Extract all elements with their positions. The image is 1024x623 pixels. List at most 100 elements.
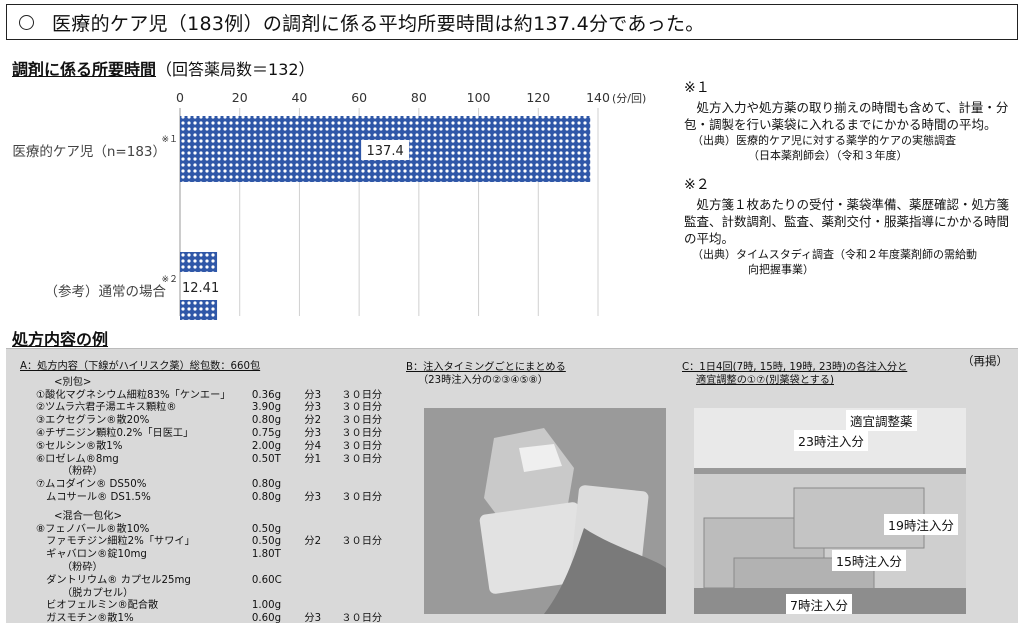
- respondent-note: （回答薬局数＝132）: [156, 60, 315, 79]
- prescription-row: ⑥ロゼレム®8mg 0.50T 分1 ３０日分: [20, 454, 390, 467]
- column-b-sub: （23時注入分の②③④⑤⑧）: [418, 375, 548, 386]
- prescription-list: A：処方内容（下線がハイリスク薬）総包数：660包 <別包> ①酸化マグネシウム…: [20, 361, 390, 623]
- label-23h: 23時注入分: [794, 430, 868, 451]
- prescription-days: ３０日分: [341, 453, 383, 465]
- prescription-amount: 2.00g: [251, 440, 282, 452]
- photo-injection-baskets: 適宜調整薬 23時注入分 19時注入分 15時注入分 7時注入分: [694, 408, 966, 614]
- data-label: 137.4: [367, 144, 404, 159]
- headline-box: 医療的ケア児（183例）の調剤に係る平均所要時間は約137.4分であった。: [6, 4, 1018, 40]
- note-source: （出典）タイムスタディ調査（令和２年度薬剤師の需給動: [692, 248, 978, 261]
- bar-normal-case-lower: [180, 300, 218, 320]
- label-adjustment-drugs: 適宜調整薬: [846, 410, 917, 431]
- prescription-row: ファモチジン細粒2%「サワイ」 0.50g 分2 ３０日分: [20, 536, 390, 549]
- data-label: 12.41: [182, 281, 219, 296]
- prescription-amount: 0.50g: [251, 523, 282, 535]
- group-label: <混合一包化>: [54, 510, 123, 522]
- prescription-per: 分3: [304, 491, 322, 503]
- note-source: 向把握事業）: [748, 263, 814, 276]
- photo-medicine-packet: [424, 408, 666, 614]
- prescription-amount: 3.90g: [251, 402, 282, 414]
- prescription-name: ④チザニジン顆粒0.2%「日医工」: [36, 427, 194, 439]
- section-title-text: 処方内容の例: [12, 330, 109, 349]
- category-label: （参考）通常の場合: [45, 283, 167, 300]
- rows-separate: ①酸化マグネシウム細粒83%「ケンエー」 0.36g 分3 ３０日分 ②ツムラ六君子湯エ…: [20, 390, 390, 467]
- note-mark: ※１: [684, 80, 710, 96]
- prescription-days: ３０日分: [341, 491, 383, 503]
- prescription-name: ギャバロン®錠10mg: [36, 549, 147, 561]
- prescription-name: ③エクセグラン®散20%: [36, 415, 150, 427]
- note-body: 処方箋１枚あたりの受付・薬袋準備、薬歴確認・処方箋監査、計数調剤、監査、薬剤交付…: [684, 197, 1010, 246]
- prescription-row: ガスモチン®散1% 0.60g 分3 ３０日分: [20, 613, 390, 623]
- prescription-days: [341, 479, 390, 492]
- label-15h: 15時注入分: [832, 550, 906, 571]
- column-c-sub: 適宜調整の①⑦(別薬袋とする): [696, 375, 834, 386]
- prescription-days: ３０日分: [341, 427, 383, 439]
- prescription-name: ⑧フェノバール®散10%: [36, 523, 150, 535]
- prescription-per: 分2: [304, 536, 322, 548]
- prescription-per: [304, 549, 341, 562]
- rows-mixed-c: ビオフェルミン®配合散 1.00g ガスモチン®散1% 0.60g 分3 ３０日分: [20, 600, 390, 623]
- note-1: ※１ 処方入力や処方薬の取り揃えの時間も含めて、計量・分包・調製を行い薬袋に入れ…: [684, 80, 1014, 163]
- prescription-row: ⑦ムコダイン® DS50% 0.80g: [20, 479, 390, 492]
- prescription-days: [341, 549, 390, 562]
- prescription-days: [341, 524, 390, 537]
- prescription-per: 分3: [304, 402, 322, 414]
- rows-separate-b: ⑦ムコダイン® DS50% 0.80g ムコサール® DS1.5% 0.80g 分3 ３…: [20, 479, 390, 505]
- x-tick-label: 140: [586, 90, 610, 105]
- prescription-per: [304, 479, 341, 492]
- decapsule-note: （脱カプセル）: [62, 587, 134, 599]
- label-7h: 7時注入分: [786, 594, 852, 614]
- prescription-amount: 0.80g: [251, 415, 282, 427]
- prescription-name: ガスモチン®散1%: [36, 613, 134, 623]
- section-title-dispensing-time: 調剤に係る所要時間（回答薬局数＝132）: [12, 56, 315, 80]
- prescription-row: ムコサール® DS1.5% 0.80g 分3 ３０日分: [20, 492, 390, 505]
- prescription-name: ダントリウム® カプセル25mg: [36, 574, 191, 586]
- prescription-row: ⑧フェノバール®散10% 0.50g: [20, 524, 390, 537]
- prescription-amount: 0.80g: [251, 479, 282, 491]
- prescription-per: 分3: [304, 613, 322, 623]
- notes-panel: ※１ 処方入力や処方薬の取り揃えの時間も含めて、計量・分包・調製を行い薬袋に入れ…: [684, 80, 1014, 277]
- prescription-name: ファモチジン細粒2%「サワイ」: [36, 536, 195, 548]
- prescription-amount: 0.50T: [251, 453, 281, 465]
- prescription-days: ３０日分: [341, 440, 383, 452]
- prescription-amount: 0.80g: [251, 491, 282, 503]
- group-label: <別包>: [54, 376, 92, 388]
- x-tick-label: 80: [411, 90, 427, 105]
- label-19h: 19時注入分: [884, 514, 958, 535]
- prescription-name: ②ツムラ六君子湯エキス顆粒®: [36, 402, 177, 414]
- note-mark: ※２: [684, 177, 710, 193]
- prescription-amount: 0.36g: [251, 389, 282, 401]
- prescription-list-head: A：処方内容（下線がハイリスク薬）総包数：660包: [20, 361, 261, 372]
- prescription-name: ビオフェルミン®配合散: [36, 600, 159, 612]
- note-body: 処方入力や処方薬の取り揃えの時間も含めて、計量・分包・調製を行い薬袋に入れるまで…: [684, 100, 1009, 132]
- prescription-name: ムコサール® DS1.5%: [36, 491, 151, 503]
- category-note-mark: ※１: [161, 135, 178, 145]
- prescription-row: ビオフェルミン®配合散 1.00g: [20, 600, 390, 613]
- photo-illustration: [424, 408, 666, 614]
- prescription-per: 分3: [304, 427, 322, 439]
- prescription-row: ギャバロン®錠10mg 1.80T: [20, 549, 390, 562]
- prescription-amount: 1.00g: [251, 600, 282, 612]
- prescription-name: ⑦ムコダイン® DS50%: [36, 479, 147, 491]
- dispensing-time-bar-chart: 0 20 40 60 80 100 120 140 (分/回) 137.4 12.41 医療的ケア…: [12, 90, 646, 320]
- category-label: 医療的ケア児（n=183）: [12, 143, 166, 160]
- note-2: ※２ 処方箋１枚あたりの受付・薬袋準備、薬歴確認・処方箋監査、計数調剤、監査、薬…: [684, 177, 1014, 277]
- prescription-per: [304, 524, 341, 537]
- note-source: （日本薬剤師会）（令和３年度）: [748, 149, 908, 162]
- x-tick-label: 100: [467, 90, 491, 105]
- crushed-note: （粉砕）: [62, 561, 103, 573]
- prescription-days: [341, 600, 390, 613]
- prescription-amount: 1.80T: [251, 549, 281, 561]
- prescription-amount: 0.60C: [251, 574, 282, 586]
- prescription-name: ①酸化マグネシウム細粒83%「ケンエー」: [36, 389, 231, 401]
- section-title-text: 調剤に係る所要時間: [12, 60, 157, 79]
- prescription-row: ①酸化マグネシウム細粒83%「ケンエー」 0.36g 分3 ３０日分: [20, 390, 390, 403]
- prescription-amount: 0.50g: [251, 536, 282, 548]
- prescription-row: ダントリウム® カプセル25mg 0.60C: [20, 575, 390, 588]
- headline-text: 医療的ケア児（183例）の調剤に係る平均所要時間は約137.4分であった。: [52, 12, 705, 35]
- x-tick-label: 60: [351, 90, 367, 105]
- prescription-per: 分1: [304, 453, 322, 465]
- x-tick-label: 20: [232, 90, 248, 105]
- circle-bullet-icon: [19, 14, 34, 30]
- prescription-days: ３０日分: [341, 402, 383, 414]
